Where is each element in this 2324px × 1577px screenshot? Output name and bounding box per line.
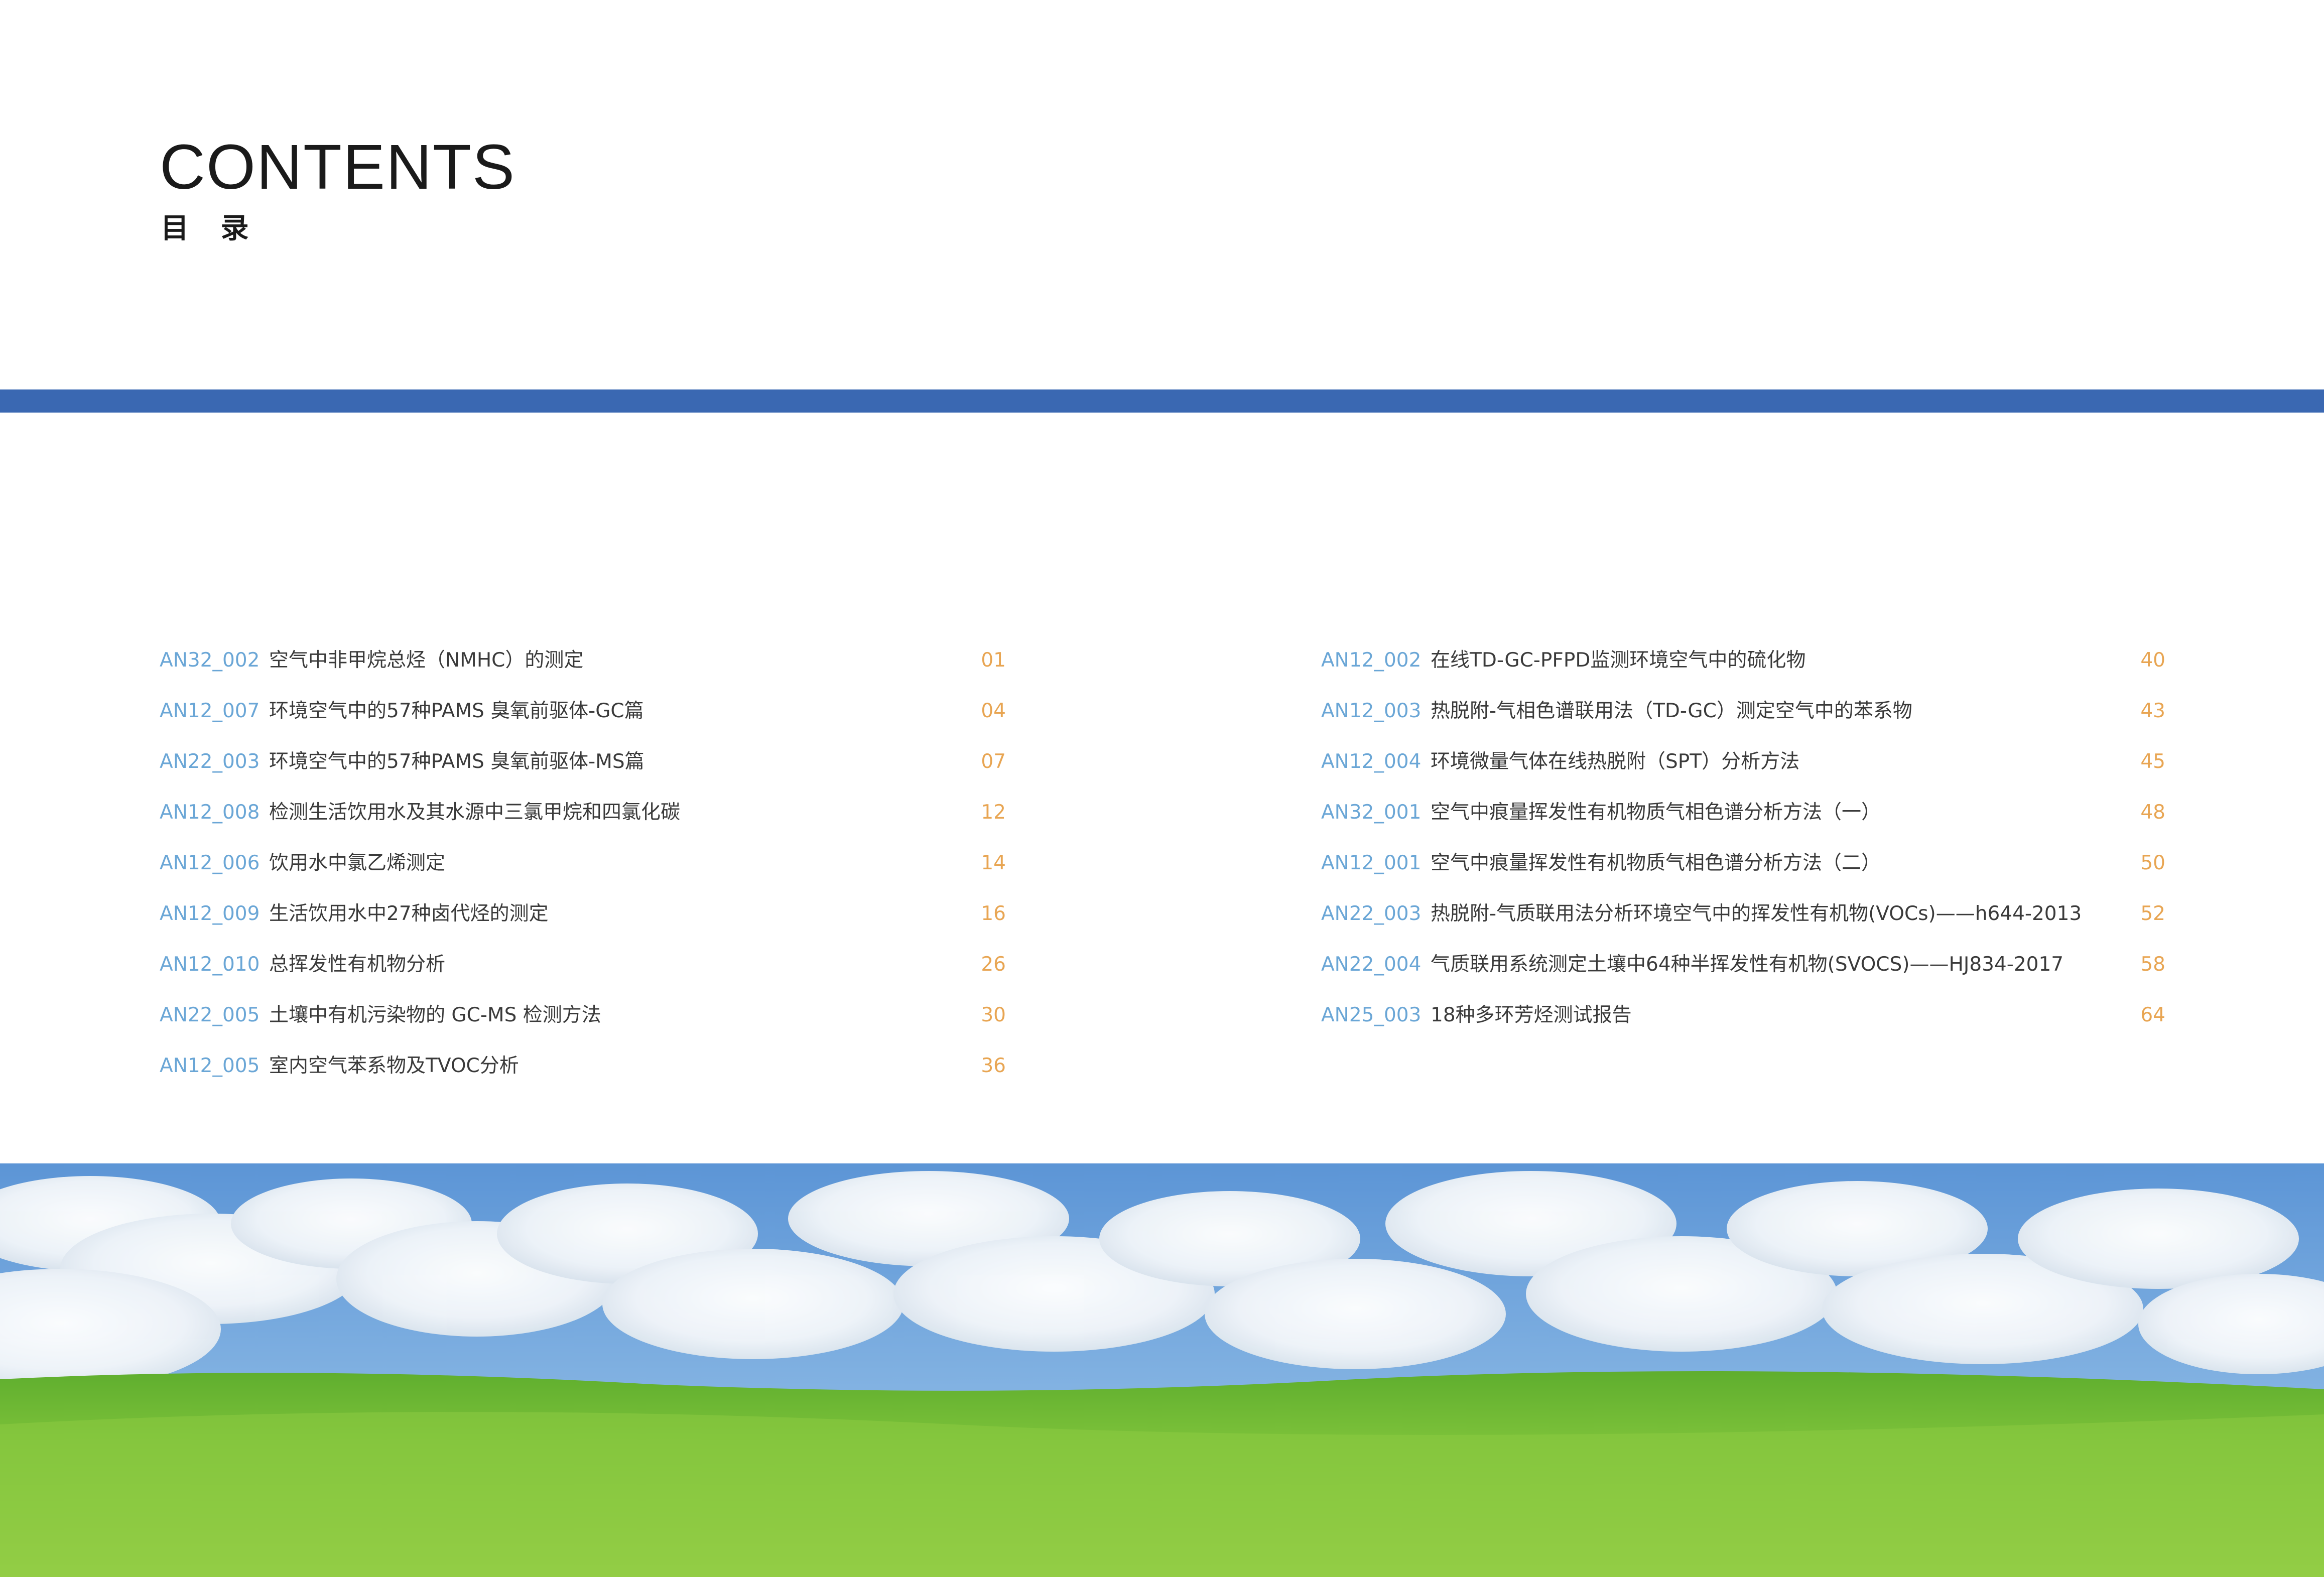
toc-entry[interactable]: AN12_004 环境微量气体在线热脱附（SPT）分析方法 45 bbox=[1321, 735, 2165, 785]
toc-entry-title: 检测生活饮用水及其水源中三氯甲烷和四氯化碳 bbox=[269, 801, 681, 824]
toc-entry[interactable]: AN22_005 土壤中有机污染物的 GC-MS 检测方法 30 bbox=[160, 988, 1006, 1039]
toc-entry-title: 空气中痕量挥发性有机物质气相色谱分析方法（一） bbox=[1431, 801, 1881, 824]
toc-entry-code: AN12_001 bbox=[1321, 852, 1422, 874]
toc-entry-title: 饮用水中氯乙烯测定 bbox=[269, 852, 446, 874]
header-divider bbox=[0, 389, 2324, 413]
toc-entry-title: 土壤中有机污染物的 GC-MS 检测方法 bbox=[269, 1004, 601, 1026]
page-title: CONTENTS bbox=[160, 132, 515, 202]
toc-entry-code: AN22_003 bbox=[1321, 902, 1422, 925]
toc-entry-code: AN22_005 bbox=[160, 1004, 260, 1026]
toc-entry-title: 生活饮用水中27种卤代烃的测定 bbox=[269, 902, 549, 925]
toc-entry-title: 室内空气苯系物及TVOC分析 bbox=[269, 1055, 519, 1077]
toc-entry[interactable]: AN12_007 环境空气中的57种PAMS 臭氧前驱体-GC篇 04 bbox=[160, 684, 1006, 735]
toc-entry[interactable]: AN12_003 热脱附-气相色谱联用法（TD-GC）测定空气中的苯系物 43 bbox=[1321, 684, 2165, 735]
page-subtitle: 目 录 bbox=[161, 212, 260, 245]
toc-entry-code: AN12_009 bbox=[160, 902, 260, 925]
toc-entry-title: 空气中痕量挥发性有机物质气相色谱分析方法（二） bbox=[1431, 852, 1881, 874]
toc-entry-page: 36 bbox=[981, 1055, 1006, 1077]
toc-entry-page: 50 bbox=[2140, 852, 2165, 874]
toc-entry-page: 52 bbox=[2140, 902, 2165, 925]
toc-entry-page: 40 bbox=[2140, 649, 2165, 672]
toc-entry-code: AN12_004 bbox=[1321, 750, 1422, 773]
landscape-photo bbox=[0, 1163, 2324, 1577]
toc-entry-page: 14 bbox=[981, 852, 1006, 874]
toc-entry-page: 01 bbox=[981, 649, 1006, 672]
toc-entry-page: 04 bbox=[981, 700, 1006, 722]
toc-entry-code: AN12_003 bbox=[1321, 700, 1422, 722]
toc-entry-code: AN12_010 bbox=[160, 953, 260, 976]
toc-entry-code: AN12_008 bbox=[160, 801, 260, 824]
toc-entry-page: 43 bbox=[2140, 700, 2165, 722]
toc-entry[interactable]: AN12_002 在线TD-GC-PFPD监测环境空气中的硫化物 40 bbox=[1321, 633, 2165, 684]
toc-entry-title: 环境微量气体在线热脱附（SPT）分析方法 bbox=[1431, 750, 1800, 773]
toc-entry[interactable]: AN12_001 空气中痕量挥发性有机物质气相色谱分析方法（二） 50 bbox=[1321, 836, 2165, 887]
toc-entry-page: 30 bbox=[981, 1004, 1006, 1026]
toc-entry-title: 热脱附-气质联用法分析环境空气中的挥发性有机物(VOCs)——h644-2013 bbox=[1431, 902, 2082, 925]
toc-entry-title: 18种多环芳烃测试报告 bbox=[1431, 1004, 1632, 1026]
toc-entry-code: AN22_003 bbox=[160, 750, 260, 773]
toc-entry-title: 总挥发性有机物分析 bbox=[269, 953, 446, 976]
toc-entry[interactable]: AN32_001 空气中痕量挥发性有机物质气相色谱分析方法（一） 48 bbox=[1321, 785, 2165, 836]
toc-entry[interactable]: AN12_010 总挥发性有机物分析 26 bbox=[160, 938, 1006, 988]
toc-entry-code: AN12_002 bbox=[1321, 649, 1422, 672]
toc-entry-code: AN25_003 bbox=[1321, 1004, 1422, 1026]
toc-entry[interactable]: AN25_003 18种多环芳烃测试报告 64 bbox=[1321, 988, 2165, 1039]
toc-right-column: AN12_002 在线TD-GC-PFPD监测环境空气中的硫化物 40 AN12… bbox=[1321, 633, 2165, 1039]
toc-entry-code: AN12_006 bbox=[160, 852, 260, 874]
toc-entry-title: 热脱附-气相色谱联用法（TD-GC）测定空气中的苯系物 bbox=[1431, 700, 1912, 722]
toc-entry-title: 空气中非甲烷总烃（NMHC）的测定 bbox=[269, 649, 584, 672]
sky-and-grass-image bbox=[0, 1163, 2324, 1577]
toc-entry-page: 26 bbox=[981, 953, 1006, 976]
toc-entry-code: AN32_002 bbox=[160, 649, 260, 672]
toc-entry-title: 环境空气中的57种PAMS 臭氧前驱体-MS篇 bbox=[269, 750, 644, 773]
toc-entry-code: AN32_001 bbox=[1321, 801, 1422, 824]
toc-entry-page: 12 bbox=[981, 801, 1006, 824]
toc-entry-page: 16 bbox=[981, 902, 1006, 925]
toc-entry[interactable]: AN12_006 饮用水中氯乙烯测定 14 bbox=[160, 836, 1006, 887]
toc-entry-title: 在线TD-GC-PFPD监测环境空气中的硫化物 bbox=[1431, 649, 1806, 672]
toc-entry-code: AN12_007 bbox=[160, 700, 260, 722]
toc-entry-page: 45 bbox=[2140, 750, 2165, 773]
toc-entry[interactable]: AN12_009 生活饮用水中27种卤代烃的测定 16 bbox=[160, 887, 1006, 938]
toc-entry[interactable]: AN22_004 气质联用系统测定土壤中64种半挥发性有机物(SVOCS)——H… bbox=[1321, 938, 2165, 988]
toc-entry-code: AN12_005 bbox=[160, 1055, 260, 1077]
toc-entry-page: 58 bbox=[2140, 953, 2165, 976]
toc-entry-page: 64 bbox=[2140, 1004, 2165, 1026]
toc-left-column: AN32_002 空气中非甲烷总烃（NMHC）的测定 01 AN12_007 环… bbox=[160, 633, 1006, 1090]
toc-entry-title: 环境空气中的57种PAMS 臭氧前驱体-GC篇 bbox=[269, 700, 644, 722]
toc-entry-page: 48 bbox=[2140, 801, 2165, 824]
toc-entry-page: 07 bbox=[981, 750, 1006, 773]
toc-entry[interactable]: AN12_008 检测生活饮用水及其水源中三氯甲烷和四氯化碳 12 bbox=[160, 785, 1006, 836]
toc-entry[interactable]: AN32_002 空气中非甲烷总烃（NMHC）的测定 01 bbox=[160, 633, 1006, 684]
toc-entry[interactable]: AN22_003 热脱附-气质联用法分析环境空气中的挥发性有机物(VOCs)——… bbox=[1321, 887, 2165, 938]
toc-entry-title: 气质联用系统测定土壤中64种半挥发性有机物(SVOCS)——HJ834-2017 bbox=[1431, 953, 2064, 976]
toc-entry[interactable]: AN22_003 环境空气中的57种PAMS 臭氧前驱体-MS篇 07 bbox=[160, 735, 1006, 785]
toc-entry-code: AN22_004 bbox=[1321, 953, 1422, 976]
toc-entry[interactable]: AN12_005 室内空气苯系物及TVOC分析 36 bbox=[160, 1039, 1006, 1090]
